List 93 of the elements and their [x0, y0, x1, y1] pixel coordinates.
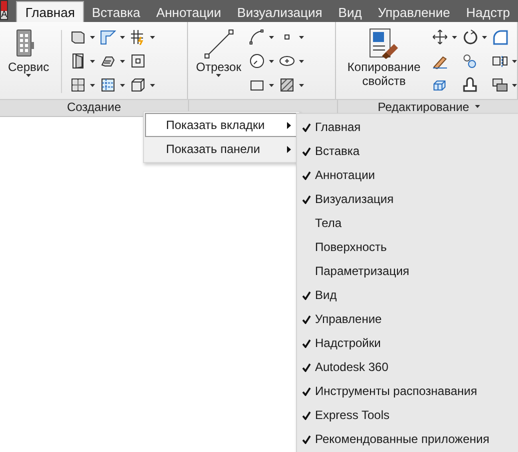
- check-icon: [302, 338, 310, 348]
- caret-icon: [269, 84, 274, 86]
- menu-item[interactable]: Express Tools: [297, 403, 518, 427]
- tool-button[interactable]: [70, 76, 96, 94]
- ribbon-tab[interactable]: Визуализация: [229, 2, 330, 22]
- menu-item[interactable]: Рекомендованные приложения: [297, 427, 518, 451]
- caret-icon: [299, 60, 304, 62]
- menu-item[interactable]: Главная: [297, 115, 518, 139]
- menu-item[interactable]: Поверхность: [297, 235, 518, 259]
- move-icon: [432, 29, 448, 45]
- caret-icon: [26, 74, 32, 77]
- ribbon-tool-button[interactable]: Сервис: [4, 26, 54, 99]
- line-icon: [202, 28, 235, 60]
- application-button[interactable]: A: [0, 0, 8, 20]
- check-icon: [302, 290, 310, 300]
- menu-item[interactable]: Показать панели: [145, 137, 298, 161]
- circle-icon: [249, 53, 266, 69]
- panel-title: Редактирование: [378, 100, 470, 114]
- caret-icon: [512, 84, 517, 86]
- rotate-icon: [462, 29, 478, 45]
- hatch-icon: [279, 77, 296, 93]
- submenu-arrow-icon: [287, 146, 291, 152]
- ribbon-tab[interactable]: Управление: [370, 2, 458, 22]
- caret-icon: [512, 60, 517, 62]
- caret-icon: [150, 36, 156, 38]
- ribbon-tab[interactable]: Вид: [330, 2, 370, 22]
- menu-item[interactable]: Autodesk 360: [297, 355, 518, 379]
- check-icon: [302, 122, 310, 132]
- caret-icon: [452, 36, 457, 38]
- panel-icon: [70, 29, 86, 45]
- caret-icon: [120, 60, 126, 62]
- caret-icon: [90, 36, 96, 38]
- panel-title: Создание: [66, 100, 122, 114]
- tool-button[interactable]: [249, 28, 274, 46]
- ribbon-tab[interactable]: Аннотации: [148, 2, 230, 22]
- tool-button[interactable]: [249, 52, 274, 70]
- check-icon: [302, 386, 310, 396]
- tool-button[interactable]: [100, 76, 126, 94]
- menu-item[interactable]: Инструменты распознавания: [297, 379, 518, 403]
- menu-item[interactable]: Визуализация: [297, 187, 518, 211]
- ribbon-tool-button[interactable]: Копирование свойств: [340, 26, 428, 99]
- submenu-arrow-icon: [287, 122, 291, 128]
- check-icon: [302, 410, 310, 420]
- ellipse-icon: [279, 53, 296, 69]
- caret-icon: [269, 36, 274, 38]
- check-icon: [302, 170, 310, 180]
- tool-button[interactable]: [432, 28, 457, 46]
- menu-item[interactable]: Надстройки: [297, 331, 518, 355]
- caret-icon: [269, 60, 274, 62]
- caret-icon: [90, 60, 96, 62]
- tool-button[interactable]: [70, 52, 96, 70]
- copy-circles-icon: [462, 53, 478, 69]
- caret-icon: [90, 84, 96, 86]
- menu-item[interactable]: Вставка: [297, 139, 518, 163]
- check-icon: [302, 194, 310, 204]
- cube-icon: [130, 77, 146, 93]
- table-icon: [100, 77, 116, 93]
- ribbon-tool-button[interactable]: Отрезок: [192, 26, 246, 99]
- square-icon: [130, 53, 146, 69]
- brush-document-icon: [368, 28, 400, 60]
- fillet-icon: [492, 29, 508, 45]
- tool-button[interactable]: [492, 76, 517, 94]
- check-icon: [302, 146, 310, 156]
- caret-icon: [120, 36, 126, 38]
- tool-button[interactable]: [130, 28, 156, 46]
- mirror-icon: [492, 53, 508, 69]
- ribbon-tab[interactable]: Главная: [16, 1, 84, 22]
- menu-item[interactable]: Вид: [297, 283, 518, 307]
- caret-icon: [482, 36, 487, 38]
- ribbon-tab[interactable]: Надстр: [458, 2, 518, 22]
- door-icon: [70, 53, 86, 69]
- window-icon: [70, 77, 86, 93]
- tool-button[interactable]: [130, 76, 156, 94]
- caret-icon: [120, 84, 126, 86]
- caret-icon: [299, 84, 304, 86]
- menu-item[interactable]: Параметризация: [297, 259, 518, 283]
- tool-button[interactable]: [279, 76, 304, 94]
- caret-icon: [150, 84, 156, 86]
- layers-icon: [492, 77, 508, 93]
- menu-item[interactable]: Показать вкладки: [145, 113, 298, 137]
- tool-button[interactable]: [462, 28, 487, 46]
- menu-item[interactable]: Тела: [297, 211, 518, 235]
- arc-icon: [249, 29, 266, 45]
- caret-icon: [216, 74, 222, 77]
- frame-icon: [100, 29, 116, 45]
- check-icon: [302, 314, 310, 324]
- menu-item[interactable]: Управление: [297, 307, 518, 331]
- ribbon-tab[interactable]: Вставка: [84, 2, 148, 22]
- caret-icon: [299, 36, 304, 38]
- menu-item[interactable]: Аннотации: [297, 163, 518, 187]
- caret-icon: [475, 105, 480, 108]
- check-icon: [302, 434, 310, 444]
- check-icon: [302, 362, 310, 372]
